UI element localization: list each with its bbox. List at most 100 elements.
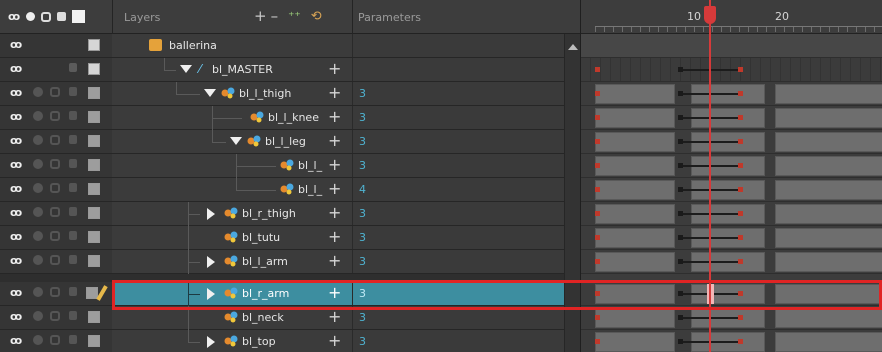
- exposure-cell[interactable]: [775, 108, 882, 128]
- layer-row[interactable]: ꝏ bl_tutu + 3: [0, 226, 580, 250]
- display-all-icon[interactable]: [26, 12, 36, 21]
- enable-icon[interactable]: ꝏ: [10, 286, 22, 299]
- stack-icon[interactable]: [50, 135, 60, 145]
- color-swatch[interactable]: [88, 159, 100, 171]
- timeline-row[interactable]: [581, 330, 882, 352]
- keyframe[interactable]: [678, 91, 683, 96]
- visibility-icon[interactable]: [33, 87, 43, 97]
- layer-row[interactable]: ꝏ bl_l_leg + 3: [0, 130, 580, 154]
- exposure-cell[interactable]: [595, 108, 675, 128]
- add-icon[interactable]: +: [328, 227, 341, 246]
- stack-icon[interactable]: [50, 87, 60, 97]
- add-icon[interactable]: +: [328, 131, 341, 150]
- keyframe[interactable]: [678, 139, 683, 144]
- visibility-icon[interactable]: [33, 207, 43, 217]
- exposure-cell[interactable]: [775, 284, 882, 304]
- add-layer-icon[interactable]: +: [254, 7, 267, 25]
- color-swatch-icon[interactable]: [72, 10, 86, 23]
- layer-name[interactable]: bl_neck: [242, 311, 284, 324]
- add-icon[interactable]: +: [328, 331, 341, 350]
- keyframe[interactable]: [595, 339, 600, 344]
- keyframe[interactable]: [595, 187, 600, 192]
- expand-arrow-icon[interactable]: [207, 256, 215, 268]
- layer-row[interactable]: ꝏ bl_top + 3: [0, 330, 580, 352]
- enable-icon[interactable]: ꝏ: [10, 254, 22, 267]
- color-swatch[interactable]: [88, 311, 100, 323]
- playhead-handle[interactable]: [704, 6, 716, 24]
- stack-icon[interactable]: [50, 335, 60, 345]
- add-icon[interactable]: +: [328, 179, 341, 198]
- param-value[interactable]: 3: [359, 135, 366, 148]
- lock-icon[interactable]: [69, 183, 77, 192]
- layer-row[interactable]: ꝏ ballerina: [0, 34, 580, 58]
- playhead[interactable]: [709, 0, 711, 352]
- lock-icon[interactable]: [69, 231, 77, 240]
- add-drawing-icon[interactable]: ⟲: [311, 9, 322, 24]
- layer-name[interactable]: bl_l_leg: [265, 135, 306, 148]
- param-value[interactable]: 3: [359, 311, 366, 324]
- keyframe[interactable]: [738, 139, 743, 144]
- layer-name[interactable]: bl_top: [242, 335, 276, 348]
- exposure-cell[interactable]: [775, 156, 882, 176]
- color-swatch[interactable]: [88, 255, 100, 267]
- visibility-icon[interactable]: [33, 287, 43, 297]
- enable-icon[interactable]: ꝏ: [10, 38, 22, 51]
- color-swatch[interactable]: [88, 183, 100, 195]
- keyframe[interactable]: [595, 139, 600, 144]
- add-icon[interactable]: +: [328, 203, 341, 222]
- keyframe[interactable]: [595, 259, 600, 264]
- visibility-icon[interactable]: [33, 231, 43, 241]
- keyframe[interactable]: [595, 115, 600, 120]
- exposure-cell[interactable]: [775, 180, 882, 200]
- exposure-cell[interactable]: [595, 204, 675, 224]
- keyframe[interactable]: [678, 211, 683, 216]
- layer-row[interactable]: ꝏ bl_l_ + 3: [0, 154, 580, 178]
- lock-icon[interactable]: [69, 287, 77, 296]
- timeline-row[interactable]: [581, 226, 882, 250]
- visibility-icon[interactable]: [33, 111, 43, 121]
- stack-icon[interactable]: [50, 311, 60, 321]
- color-swatch[interactable]: [88, 231, 100, 243]
- visibility-icon[interactable]: [33, 311, 43, 321]
- keyframe[interactable]: [678, 339, 683, 344]
- collapse-arrow-icon[interactable]: [180, 65, 192, 73]
- keyframe[interactable]: [595, 291, 600, 296]
- keyframe[interactable]: [678, 235, 683, 240]
- enable-icon[interactable]: ꝏ: [10, 110, 22, 123]
- timeline-row[interactable]: [581, 202, 882, 226]
- timeline-row[interactable]: [581, 306, 882, 330]
- lock-icon[interactable]: [69, 335, 77, 344]
- keyframe[interactable]: [738, 291, 743, 296]
- timeline-row[interactable]: [581, 58, 882, 82]
- param-value[interactable]: 3: [359, 111, 366, 124]
- layer-name[interactable]: bl_l_: [298, 183, 322, 196]
- add-icon[interactable]: +: [328, 251, 341, 270]
- exposure-cell[interactable]: [775, 132, 882, 152]
- layer-row[interactable]: ꝏ bl_l_arm + 3: [0, 250, 580, 274]
- timeline-row[interactable]: [581, 82, 882, 106]
- exposure-cell[interactable]: [595, 308, 675, 328]
- enable-icon[interactable]: ꝏ: [10, 182, 22, 195]
- keyframe[interactable]: [738, 187, 743, 192]
- visibility-icon[interactable]: [33, 135, 43, 145]
- stack-icon[interactable]: [41, 11, 52, 22]
- timeline-row[interactable]: [581, 178, 882, 202]
- add-icon[interactable]: +: [328, 307, 341, 326]
- lock-icon[interactable]: [69, 87, 77, 96]
- keyframe[interactable]: [595, 163, 600, 168]
- lock-icon[interactable]: [69, 159, 77, 168]
- stack-icon[interactable]: [50, 255, 60, 265]
- expand-arrow-icon[interactable]: [207, 336, 215, 348]
- stack-icon[interactable]: [50, 159, 60, 169]
- layer-row[interactable]: ꝏ ⁄ bl_MASTER +: [0, 58, 580, 82]
- enable-icon[interactable]: ꝏ: [10, 206, 22, 219]
- exposure-cell[interactable]: [775, 252, 882, 272]
- keyframe[interactable]: [595, 235, 600, 240]
- add-icon[interactable]: +: [328, 155, 341, 174]
- keyframe[interactable]: [678, 67, 683, 72]
- lock-icon[interactable]: [69, 111, 77, 120]
- keyframe[interactable]: [738, 115, 743, 120]
- stack-icon[interactable]: [50, 207, 60, 217]
- color-swatch[interactable]: [88, 63, 100, 75]
- layer-name[interactable]: bl_l_knee: [268, 111, 319, 124]
